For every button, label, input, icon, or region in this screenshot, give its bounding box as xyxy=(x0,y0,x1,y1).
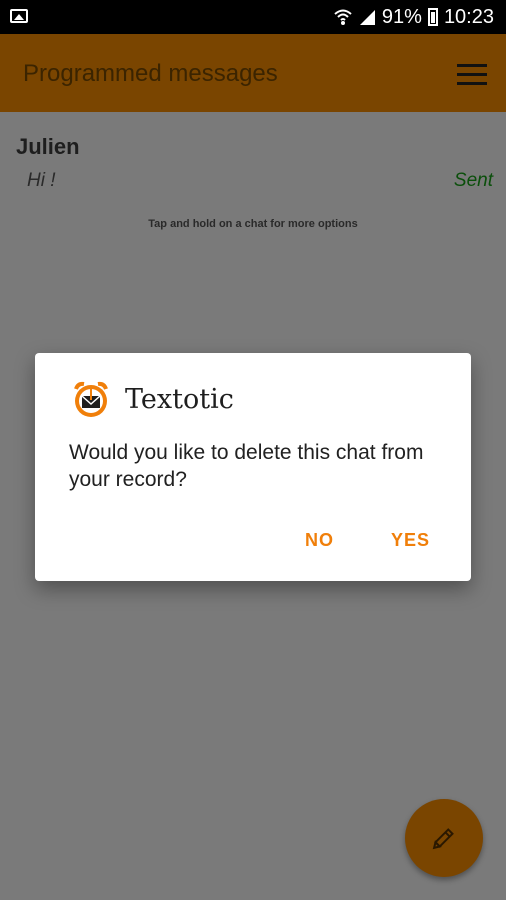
delete-dialog: Textotic Would you like to delete this c… xyxy=(35,353,471,581)
battery-percent: 91% xyxy=(381,5,422,28)
clock: 10:23 xyxy=(443,5,494,28)
yes-button[interactable]: YES xyxy=(391,530,430,551)
dialog-message: Would you like to delete this chat from … xyxy=(69,441,424,491)
status-bar: 91% 10:23 xyxy=(0,0,506,34)
hint-text: Tap and hold on a chat for more options xyxy=(148,218,358,230)
hamburger-menu-icon[interactable] xyxy=(457,64,487,86)
wifi-icon xyxy=(334,9,352,25)
image-icon xyxy=(10,9,28,23)
battery-icon xyxy=(427,8,438,26)
message-status: Sent xyxy=(453,170,493,191)
contact-name: Julien xyxy=(16,134,80,159)
message-preview: Hi ! xyxy=(27,170,56,191)
page-title: Programmed messages xyxy=(23,60,278,87)
no-button[interactable]: NO xyxy=(305,530,334,551)
app-bar: Programmed messages xyxy=(0,34,506,112)
status-bar-right: 91% 10:23 xyxy=(334,5,494,29)
alarm-envelope-icon xyxy=(74,381,108,417)
pencil-icon xyxy=(432,828,454,850)
signal-icon xyxy=(359,10,375,25)
dialog-title: Textotic xyxy=(125,384,234,415)
compose-button[interactable] xyxy=(405,799,483,877)
